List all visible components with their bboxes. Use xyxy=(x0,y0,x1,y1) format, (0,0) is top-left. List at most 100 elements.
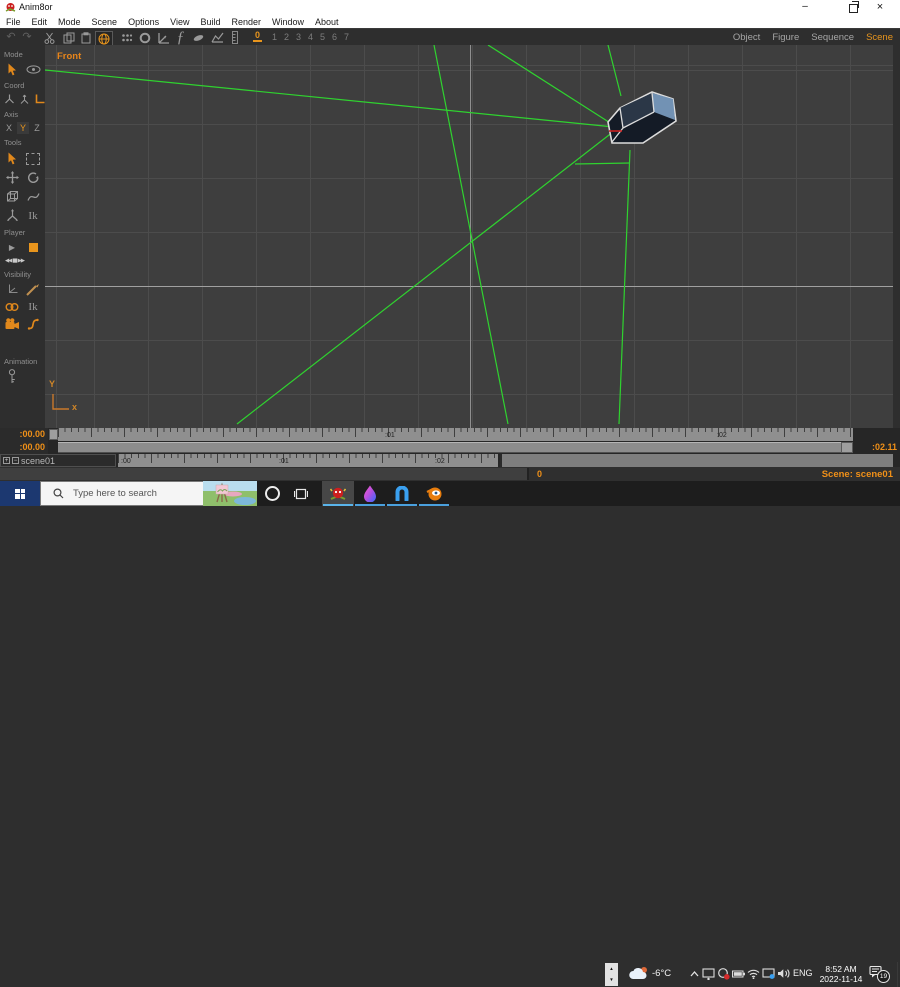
tray-audio-muted-button[interactable] xyxy=(716,966,731,981)
menu-view[interactable]: View xyxy=(170,17,189,27)
cube-tool-button[interactable] xyxy=(3,189,21,204)
cortana-button[interactable] xyxy=(258,481,286,506)
fast-render-button[interactable]: ƒ xyxy=(174,29,187,46)
scene-viewport[interactable]: Front Y x xyxy=(45,45,893,428)
play-button[interactable]: ▶ xyxy=(3,240,21,255)
minimize-button[interactable]: – xyxy=(790,0,820,15)
tray-volume-button[interactable] xyxy=(776,966,791,981)
tray-display-button[interactable] xyxy=(761,966,776,981)
menu-edit[interactable]: Edit xyxy=(32,17,48,27)
task-view-button[interactable] xyxy=(288,481,314,506)
scale-tool-button[interactable] xyxy=(3,208,21,223)
taskbar-app-blender[interactable] xyxy=(418,481,450,506)
show-rings-button[interactable] xyxy=(3,299,21,314)
world-coord-button[interactable] xyxy=(3,93,15,107)
frame-2-button[interactable]: 2 xyxy=(284,32,289,42)
timeline-left-handle[interactable] xyxy=(49,429,58,440)
taskbar-clock[interactable]: 8:52 AM 2022-11-14 xyxy=(816,964,866,984)
track-scrollbar[interactable] xyxy=(500,454,893,467)
frame-6-button[interactable]: 6 xyxy=(332,32,337,42)
timeline-scrollbar-thumb[interactable] xyxy=(58,442,841,453)
start-button[interactable] xyxy=(0,481,40,506)
point-edit-button[interactable] xyxy=(119,31,134,44)
temperature-label[interactable]: -6°C xyxy=(652,968,671,979)
paste-button[interactable] xyxy=(78,31,93,44)
cut-button[interactable] xyxy=(42,31,56,44)
pause-button[interactable]: ▮▮ xyxy=(12,258,17,264)
select-mode-button[interactable] xyxy=(3,62,21,77)
animate-key-button[interactable] xyxy=(3,369,21,384)
menu-about[interactable]: About xyxy=(315,17,339,27)
notification-center-button[interactable]: 19 xyxy=(869,965,891,983)
leaf-icon-button[interactable] xyxy=(191,31,206,44)
menu-render[interactable]: Render xyxy=(231,17,261,27)
weather-widget[interactable] xyxy=(628,966,650,982)
scene-canvas[interactable] xyxy=(45,45,893,428)
ik-tool-button[interactable]: Ik xyxy=(24,208,42,223)
frame-4-button[interactable]: 4 xyxy=(308,32,313,42)
tray-battery-button[interactable] xyxy=(731,966,746,981)
go-start-button[interactable]: ◀◀ xyxy=(5,258,13,264)
track-ruler[interactable]: :00 :01 :02 xyxy=(118,454,498,467)
screen-coord-button[interactable] xyxy=(33,93,45,107)
track-header[interactable]: + − scene01 xyxy=(0,454,116,467)
rotate-tool-button[interactable] xyxy=(24,170,42,185)
axis-y-button[interactable]: Y xyxy=(17,122,29,134)
frame-0-button[interactable]: 0 xyxy=(253,30,263,42)
ring-select-button[interactable] xyxy=(137,31,152,44)
object-coord-button[interactable] xyxy=(18,93,30,107)
show-axes-button[interactable] xyxy=(3,282,21,297)
view-mode-button[interactable] xyxy=(24,62,42,77)
frame-5-button[interactable]: 5 xyxy=(320,32,325,42)
scroll-down-icon[interactable]: ▼ xyxy=(605,974,618,985)
maximize-button[interactable] xyxy=(849,1,859,13)
tray-cast-button[interactable] xyxy=(701,966,716,981)
scroll-up-icon[interactable]: ▲ xyxy=(605,963,618,974)
language-indicator[interactable]: ENG xyxy=(793,968,813,978)
tray-wifi-button[interactable] xyxy=(746,966,761,981)
show-desktop-divider[interactable] xyxy=(897,962,898,987)
menu-file[interactable]: File xyxy=(6,17,21,27)
tray-expand-button[interactable] xyxy=(687,966,702,981)
redo-button[interactable]: ↷ xyxy=(20,31,34,44)
show-ik-button[interactable]: Ik xyxy=(24,299,42,314)
marquee-select-button[interactable] xyxy=(24,151,42,166)
expand-all-icon[interactable]: + xyxy=(3,457,10,464)
tab-figure[interactable]: Figure xyxy=(772,32,799,43)
stop-button[interactable] xyxy=(24,240,42,255)
go-end-button[interactable]: ▶▶ xyxy=(18,258,26,264)
camera-object[interactable] xyxy=(607,91,677,144)
axis-z-button[interactable]: Z xyxy=(31,122,43,134)
search-input[interactable] xyxy=(71,487,195,500)
timeline-ruler[interactable]: :01 :02 xyxy=(58,428,853,441)
menu-options[interactable]: Options xyxy=(128,17,159,27)
taskbar-mini-scrollbar[interactable]: ▲ ▼ xyxy=(605,963,618,986)
menu-scene[interactable]: Scene xyxy=(92,17,118,27)
undo-button[interactable]: ↶ xyxy=(4,31,18,44)
show-brush-button[interactable] xyxy=(24,282,42,297)
copy-button[interactable] xyxy=(61,31,76,44)
menu-build[interactable]: Build xyxy=(200,17,220,27)
axes-tool-button[interactable] xyxy=(155,31,171,44)
frame-1-button[interactable]: 1 xyxy=(272,32,277,42)
taskbar-app-anim8or[interactable] xyxy=(322,481,354,506)
select-tool-button[interactable] xyxy=(3,151,21,166)
search-highlight-painting[interactable] xyxy=(203,481,257,506)
close-button[interactable]: × xyxy=(865,0,895,15)
show-path-button[interactable] xyxy=(24,316,42,331)
menu-window[interactable]: Window xyxy=(272,17,304,27)
tab-scene[interactable]: Scene xyxy=(866,32,893,43)
frame-scrollbar-thumb[interactable] xyxy=(0,468,529,480)
tab-sequence[interactable]: Sequence xyxy=(811,32,854,43)
axis-x-button[interactable]: X xyxy=(3,122,15,134)
collapse-track-icon[interactable]: − xyxy=(12,457,19,464)
graph-editor-button[interactable] xyxy=(209,31,225,44)
frame-3-button[interactable]: 3 xyxy=(296,32,301,42)
taskbar-app-n[interactable] xyxy=(386,481,418,506)
ruler-tool-button[interactable] xyxy=(229,31,241,44)
frame-7-button[interactable]: 7 xyxy=(344,32,349,42)
taskbar-app-droplet[interactable] xyxy=(354,481,386,506)
curve-tool-button[interactable] xyxy=(24,189,42,204)
timeline-right-handle[interactable] xyxy=(841,442,853,453)
tab-object[interactable]: Object xyxy=(733,32,760,43)
